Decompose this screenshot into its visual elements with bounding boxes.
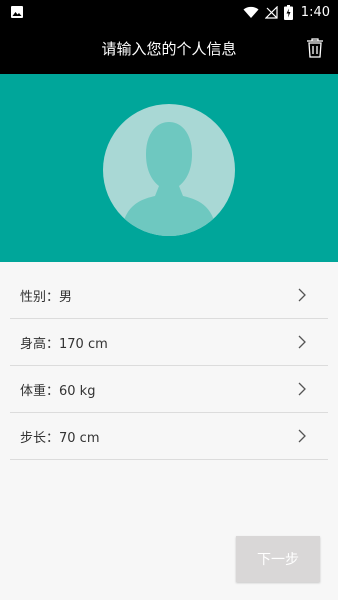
status-bar: 1:40 xyxy=(0,0,338,24)
list-item-stride[interactable]: 步长：70 cm xyxy=(10,413,328,460)
next-button[interactable]: 下一步 xyxy=(236,536,320,582)
status-time: 1:40 xyxy=(300,4,330,20)
info-list: 性别：男 身高：170 cm 体重：60 kg 步长：70 cm xyxy=(0,272,338,460)
default-avatar-icon xyxy=(121,122,217,236)
list-item-label: 步长：70 cm xyxy=(20,430,100,446)
wifi-icon xyxy=(243,6,259,18)
avatar[interactable] xyxy=(103,104,235,236)
no-signal-icon xyxy=(264,5,278,19)
chevron-right-icon xyxy=(298,382,306,396)
list-item-label: 体重：60 kg xyxy=(20,383,96,399)
profile-header xyxy=(0,74,338,262)
list-item-height[interactable]: 身高：170 cm xyxy=(10,319,328,366)
list-item-label: 身高：170 cm xyxy=(20,336,108,352)
app-bar: 请输入您的个人信息 xyxy=(0,24,338,74)
chevron-right-icon xyxy=(298,429,306,443)
battery-charging-icon xyxy=(283,4,293,20)
chevron-right-icon xyxy=(298,288,306,302)
page-title: 请输入您的个人信息 xyxy=(101,40,237,58)
image-icon xyxy=(11,6,23,18)
chevron-right-icon xyxy=(298,335,306,349)
trash-icon[interactable] xyxy=(306,38,324,58)
list-item-weight[interactable]: 体重：60 kg xyxy=(10,366,328,413)
list-item-label: 性别：男 xyxy=(20,289,73,305)
list-item-gender[interactable]: 性别：男 xyxy=(10,272,328,319)
